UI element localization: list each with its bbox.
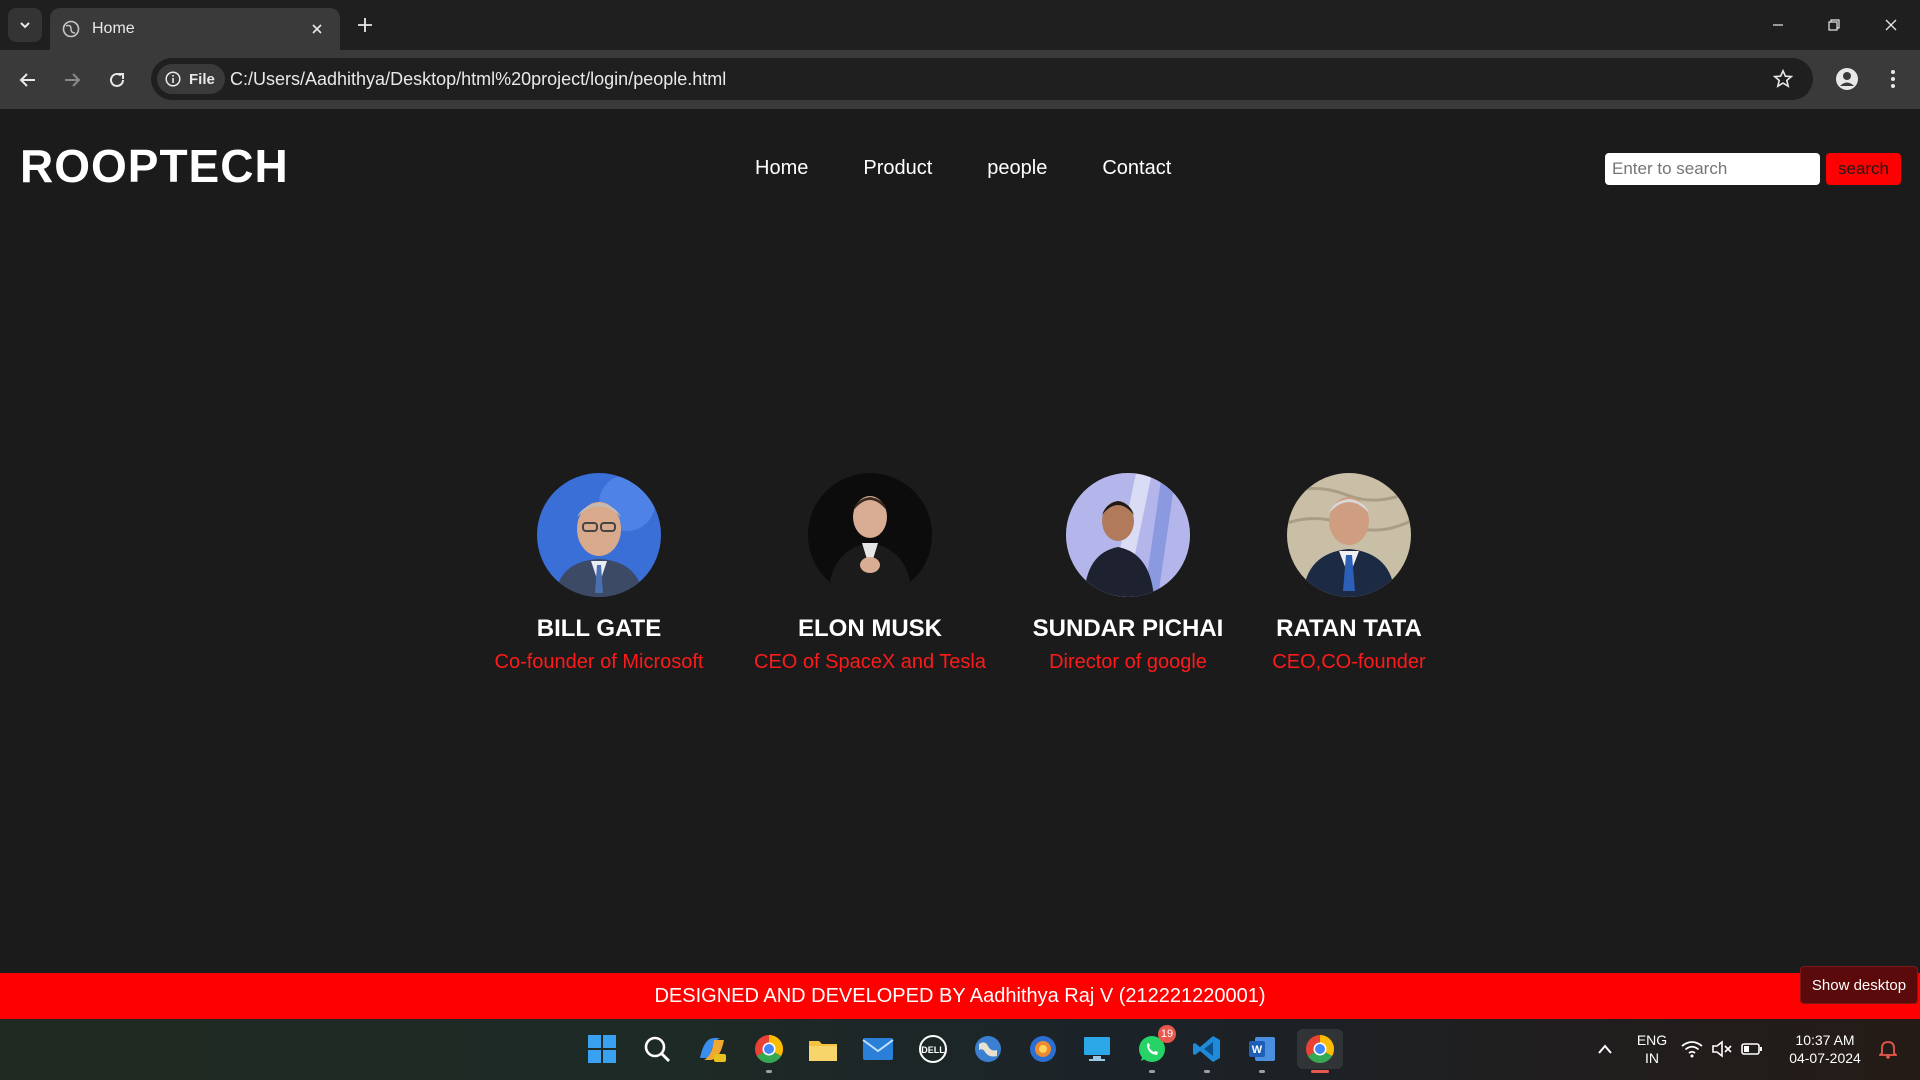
avatar [1287, 473, 1411, 597]
word-icon[interactable]: W [1242, 1029, 1282, 1073]
file-explorer-icon[interactable] [803, 1029, 843, 1069]
reload-icon [110, 72, 124, 87]
nav-link-home[interactable]: Home [755, 157, 808, 180]
whatsapp-icon[interactable]: 19 [1132, 1025, 1176, 1073]
close-icon [312, 24, 322, 34]
person-icon [1836, 68, 1858, 90]
page-footer: DESIGNED AND DEVELOPED BY Aadhithya Raj … [0, 973, 1920, 1019]
minimize-button[interactable] [1758, 10, 1798, 40]
web-page: ROOPTECH Home Product people Contact sea… [0, 109, 1920, 973]
chrome-icon[interactable] [749, 1029, 789, 1073]
copilot-icon[interactable] [692, 1029, 732, 1069]
speaker-muted-icon [1712, 1040, 1732, 1058]
person-name: ELON MUSK [798, 615, 942, 642]
browser-tab[interactable]: Home [50, 8, 340, 50]
close-icon [1885, 19, 1897, 31]
bookmark-button[interactable] [1771, 67, 1795, 91]
taskbar: DELL 19 W ENG IN 10:37 AM 04-07-2024 [0, 1019, 1920, 1080]
nav-link-contact[interactable]: Contact [1102, 157, 1171, 180]
desktop-app-icon[interactable] [1077, 1029, 1117, 1069]
network-volume-battery[interactable] [1677, 1029, 1767, 1069]
person-card: ELON MUSK CEO of SpaceX and Tesla [750, 473, 990, 674]
tab-search-button[interactable] [8, 8, 42, 42]
site-chip-label: File [189, 70, 215, 88]
search-input[interactable] [1605, 153, 1820, 185]
footer-text: DESIGNED AND DEVELOPED BY Aadhithya Raj … [654, 984, 1266, 1007]
svg-text:DELL: DELL [921, 1045, 945, 1055]
minimize-icon [1773, 24, 1783, 26]
region-label: IN [1645, 1050, 1659, 1066]
nav-link-product[interactable]: Product [863, 157, 932, 180]
url-text: C:/Users/Aadhithya/Desktop/html%20projec… [230, 69, 727, 89]
show-desktop-tooltip: Show desktop [1800, 966, 1918, 1004]
browser-tab-strip: Home [0, 0, 1920, 50]
notification-bell-icon[interactable] [1868, 1029, 1908, 1069]
person-name: RATAN TATA [1276, 615, 1422, 642]
tab-close-button[interactable] [306, 18, 328, 40]
tab-title: Home [92, 20, 135, 37]
search-icon[interactable] [637, 1029, 677, 1069]
person-card: SUNDAR PICHAI Director of google [1008, 473, 1248, 674]
browser-menu-button[interactable] [1880, 64, 1906, 94]
restore-icon [1828, 19, 1840, 31]
star-icon [1773, 69, 1793, 88]
person-name: BILL GATE [536, 615, 662, 642]
wifi-icon [1681, 1041, 1703, 1058]
chevron-down-icon [20, 22, 30, 29]
avatar [537, 473, 661, 597]
restore-button[interactable] [1814, 10, 1854, 40]
person-role: Director of google [1049, 651, 1207, 673]
language-label: ENG [1636, 1032, 1668, 1048]
clock[interactable]: 10:37 AM 04-07-2024 [1780, 1031, 1870, 1067]
arrow-left-icon [19, 73, 35, 87]
dell-icon[interactable]: DELL [913, 1029, 953, 1069]
show-hidden-icons-button[interactable] [1585, 1029, 1625, 1069]
browser-app-icon[interactable] [1023, 1029, 1063, 1069]
site-brand[interactable]: ROOPTECH [20, 139, 289, 193]
svg-text:W: W [1252, 1044, 1263, 1056]
reload-button[interactable] [101, 64, 133, 96]
avatar [808, 473, 932, 597]
nav-link-people[interactable]: people [987, 157, 1047, 180]
address-bar[interactable]: File C:/Users/Aadhithya/Desktop/html%20p… [151, 58, 1813, 100]
chevron-up-icon [1598, 1044, 1612, 1054]
vscode-icon[interactable] [1187, 1029, 1227, 1073]
mail-icon[interactable] [858, 1029, 898, 1069]
person-role: Co-founder of Microsoft [494, 651, 704, 673]
profile-button[interactable] [1832, 64, 1862, 94]
battery-icon [1741, 1043, 1762, 1055]
clock-date: 04-07-2024 [1789, 1050, 1861, 1066]
info-icon [165, 71, 181, 87]
avatar [1066, 473, 1190, 597]
back-button[interactable] [12, 64, 44, 96]
arrow-right-icon [65, 73, 81, 87]
input-language[interactable]: ENG IN [1630, 1031, 1674, 1067]
close-window-button[interactable] [1871, 10, 1911, 40]
search-button[interactable]: search [1826, 153, 1901, 185]
clock-time: 10:37 AM [1795, 1032, 1855, 1048]
person-role: CEO of SpaceX and Tesla [754, 651, 986, 673]
plus-icon [358, 18, 372, 32]
new-tab-button[interactable] [352, 12, 378, 38]
person-card: BILL GATE Co-founder of Microsoft [479, 473, 719, 674]
notification-badge: 19 [1158, 1025, 1176, 1043]
chrome-active-icon[interactable] [1297, 1029, 1343, 1073]
person-role: CEO,CO-founder [1272, 651, 1426, 673]
forward-button[interactable] [56, 64, 88, 96]
globe-icon [62, 20, 80, 38]
person-name: SUNDAR PICHAI [1032, 615, 1224, 642]
windows-start-icon[interactable] [582, 1029, 622, 1069]
more-vertical-icon [1891, 70, 1895, 88]
globe-app-icon[interactable] [968, 1029, 1008, 1069]
main-nav: Home Product people Contact [755, 157, 1226, 180]
site-info-chip[interactable]: File [157, 64, 225, 94]
browser-toolbar: File C:/Users/Aadhithya/Desktop/html%20p… [0, 50, 1920, 109]
person-card: RATAN TATA CEO,CO-founder [1229, 473, 1469, 674]
